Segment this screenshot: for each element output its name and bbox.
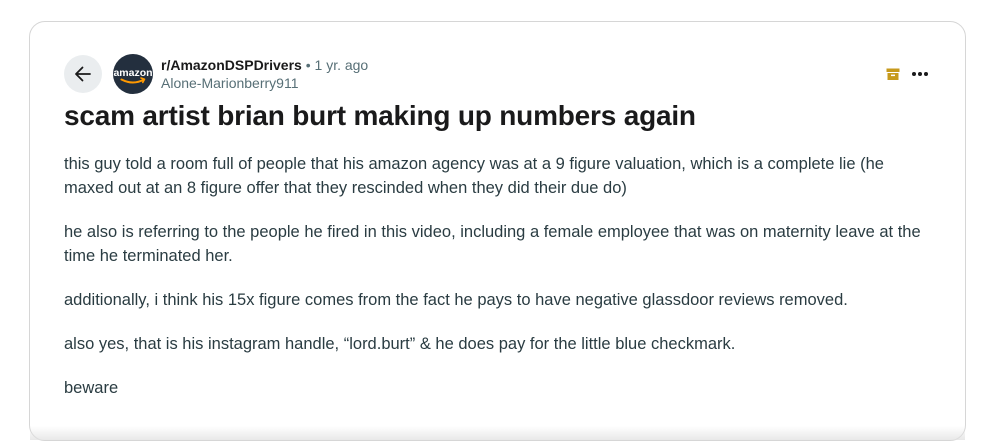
post-title: scam artist brian burt making up numbers…: [64, 100, 696, 131]
post-body-paragraph: additionally, i think his 15x figure com…: [64, 291, 848, 309]
post-body-paragraph: he also is referring to the people he fi…: [64, 223, 921, 265]
arrow-left-icon: [75, 66, 91, 82]
post-body-paragraph: this guy told a room full of people that…: [64, 155, 884, 197]
author-link[interactable]: Alone-Marionberry911: [161, 74, 368, 92]
post-meta: r/AmazonDSPDrivers • 1 yr. ago Alone-Mar…: [161, 56, 368, 92]
subreddit-avatar[interactable]: amazon: [113, 54, 153, 94]
subreddit-link[interactable]: r/AmazonDSPDrivers: [161, 57, 302, 73]
post-body-paragraph: beware: [64, 379, 119, 397]
post-body-paragraph: also yes, that is his instagram handle, …: [64, 335, 736, 353]
avatar-logo-text: amazon: [113, 67, 152, 79]
archive-icon: [886, 68, 900, 80]
more-options-button[interactable]: [906, 60, 934, 88]
amazon-logo-icon: amazon: [113, 67, 153, 84]
post-meta-line: r/AmazonDSPDrivers • 1 yr. ago: [161, 56, 368, 74]
more-horizontal-icon: [912, 72, 928, 76]
post-age: 1 yr. ago: [314, 57, 369, 73]
meta-separator: •: [305, 57, 311, 73]
back-button[interactable]: [64, 55, 102, 93]
bottom-fade: [30, 426, 965, 440]
